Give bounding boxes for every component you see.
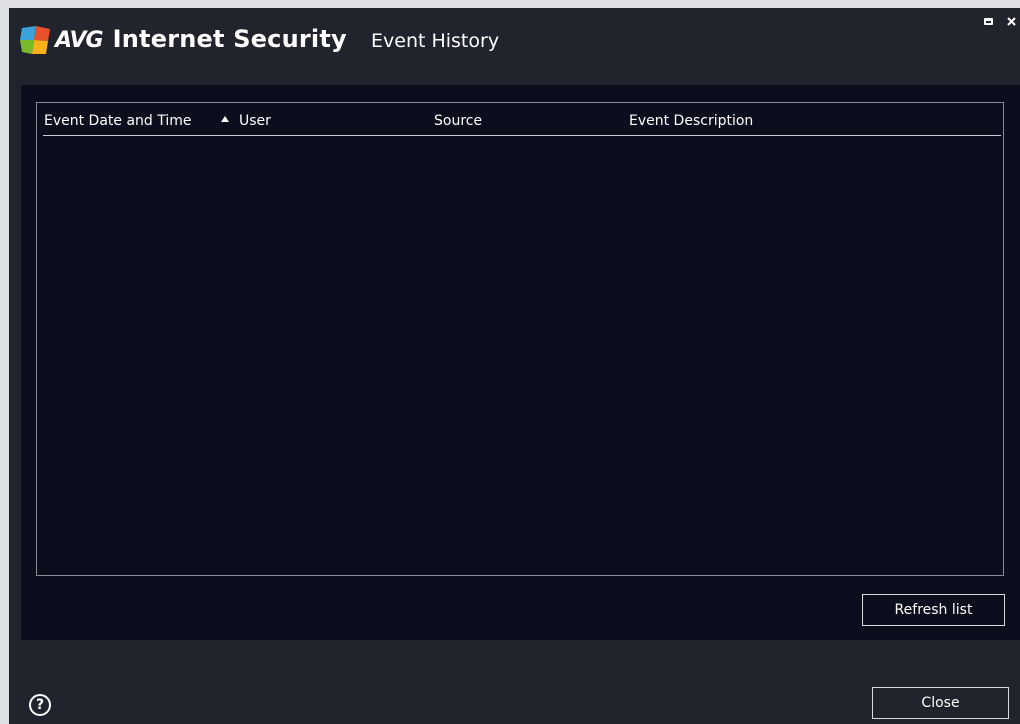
close-button[interactable]: Close	[872, 687, 1009, 719]
restore-window-icon	[983, 17, 993, 25]
close-window-icon	[1006, 16, 1016, 26]
column-header-event-date-time[interactable]: Event Date and Time	[44, 113, 192, 129]
brand-product: Internet Security	[112, 25, 347, 53]
table-header: Event Date and Time User Source Event De…	[43, 103, 1001, 136]
title-bar[interactable]: AVG Internet Security Event History	[9, 8, 1020, 84]
refresh-list-button[interactable]: Refresh list	[862, 594, 1005, 626]
close-window-button[interactable]	[1003, 13, 1019, 29]
column-header-source[interactable]: Source	[434, 113, 482, 129]
content-panel: Event Date and Time User Source Event De…	[21, 85, 1020, 640]
window-title: Event History	[371, 30, 500, 52]
brand-avg: AVG	[55, 28, 104, 53]
help-icon[interactable]: ?	[29, 694, 51, 716]
brand-name: AVG Internet Security	[55, 25, 347, 53]
event-history-window: AVG Internet Security Event History Event…	[9, 8, 1020, 724]
table-body[interactable]	[37, 136, 1003, 575]
event-table: Event Date and Time User Source Event De…	[36, 102, 1004, 576]
column-header-user[interactable]: User	[239, 113, 271, 129]
avg-logo-icon	[20, 26, 50, 54]
sort-ascending-icon	[221, 116, 229, 122]
restore-window-button[interactable]	[980, 13, 996, 29]
column-header-event-description[interactable]: Event Description	[629, 113, 753, 129]
